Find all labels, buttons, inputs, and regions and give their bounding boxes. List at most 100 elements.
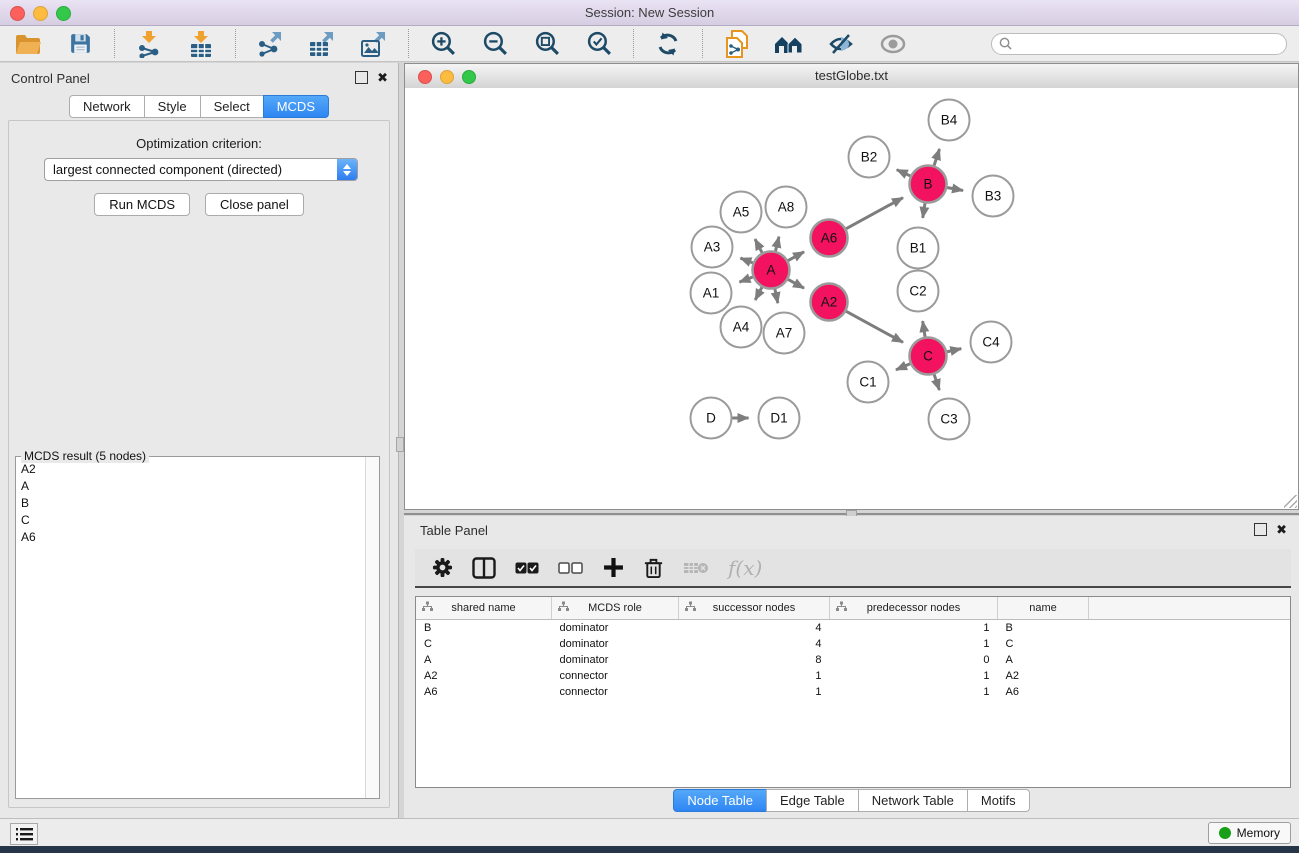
table-cell[interactable]: A xyxy=(998,652,1089,668)
tab-mcds[interactable]: MCDS xyxy=(263,95,329,118)
graph-edge-A-A6[interactable] xyxy=(787,252,804,261)
save-session-icon[interactable] xyxy=(64,29,96,59)
run-mcds-button[interactable]: Run MCDS xyxy=(94,193,190,216)
table-row[interactable]: A6connector11A6 xyxy=(416,684,1290,700)
zoom-selected-icon[interactable] xyxy=(583,29,615,59)
import-network-icon[interactable] xyxy=(133,29,165,59)
task-history-button[interactable] xyxy=(10,823,38,845)
column-header-MCDS-role[interactable]: MCDS role xyxy=(552,597,679,620)
table-cell[interactable]: A2 xyxy=(998,668,1089,684)
table-cell[interactable]: A xyxy=(416,652,552,668)
graph-edge-A6-B[interactable] xyxy=(845,198,903,229)
tab-node-table[interactable]: Node Table xyxy=(673,789,767,812)
graph-edge-A-A2[interactable] xyxy=(787,279,804,288)
zoom-in-icon[interactable] xyxy=(427,29,459,59)
float-panel-icon[interactable] xyxy=(355,71,368,84)
column-header-name[interactable]: name xyxy=(998,597,1089,620)
tab-motifs[interactable]: Motifs xyxy=(967,789,1030,812)
zoom-fit-icon[interactable] xyxy=(531,29,563,59)
graphics-details-icon[interactable] xyxy=(825,29,857,59)
table-cell[interactable]: A6 xyxy=(416,684,552,700)
column-header-successor-nodes[interactable]: successor nodes xyxy=(679,597,830,620)
graph-edge-A-A4[interactable] xyxy=(755,286,762,300)
table-cell[interactable]: B xyxy=(998,620,1089,637)
graph-edge-A-A8[interactable] xyxy=(775,237,779,252)
delete-table-icon[interactable] xyxy=(683,560,709,576)
table-cell[interactable] xyxy=(1089,620,1291,637)
search-input[interactable] xyxy=(1016,34,1286,54)
result-list-item[interactable]: A2 xyxy=(17,460,365,477)
network-window-titlebar[interactable]: testGlobe.txt xyxy=(405,64,1298,89)
create-column-plus-icon[interactable] xyxy=(603,557,624,578)
result-list-item[interactable]: C xyxy=(17,511,365,528)
memory-button[interactable]: Memory xyxy=(1208,822,1291,844)
table-cell[interactable]: A6 xyxy=(998,684,1089,700)
table-cell[interactable]: connector xyxy=(552,668,679,684)
table-cell[interactable] xyxy=(1089,652,1291,668)
graph-edge-B-B3[interactable] xyxy=(946,187,963,190)
table-cell[interactable]: 4 xyxy=(679,636,830,652)
graph-edge-A-A1[interactable] xyxy=(739,277,753,282)
graph-edge-C-C1[interactable] xyxy=(896,363,911,370)
deselect-all-icon[interactable] xyxy=(558,562,584,574)
graph-edge-A-A3[interactable] xyxy=(740,258,753,263)
window-resize-grip[interactable] xyxy=(1284,495,1297,508)
table-row[interactable]: Bdominator41B xyxy=(416,620,1290,637)
table-cell[interactable]: C xyxy=(998,636,1089,652)
table-cell[interactable]: 1 xyxy=(830,620,998,637)
graph-edge-C-C2[interactable] xyxy=(923,321,926,338)
table-cell[interactable]: 4 xyxy=(679,620,830,637)
table-cell[interactable]: 8 xyxy=(679,652,830,668)
graph-edge-A-A7[interactable] xyxy=(775,288,778,303)
table-cell[interactable]: 1 xyxy=(679,684,830,700)
float-table-panel-icon[interactable] xyxy=(1254,523,1267,536)
result-list-item[interactable]: A6 xyxy=(17,528,365,545)
column-header-shared-name[interactable]: shared name xyxy=(416,597,552,620)
network-canvas[interactable]: B4B2BB3B1A5A8A6A3AA1A4A7A2C2CC4C1C3DD1 xyxy=(405,88,1298,509)
delete-column-trash-icon[interactable] xyxy=(643,557,664,579)
network-graph[interactable]: B4B2BB3B1A5A8A6A3AA1A4A7A2C2CC4C1C3DD1 xyxy=(405,88,1298,509)
tab-style[interactable]: Style xyxy=(144,95,201,118)
table-cell[interactable] xyxy=(1089,636,1291,652)
close-panel-button[interactable]: Close panel xyxy=(205,193,304,216)
table-cell[interactable] xyxy=(1089,668,1291,684)
splitter-grip-vertical[interactable] xyxy=(396,437,404,452)
table-cell[interactable]: 1 xyxy=(830,668,998,684)
graph-edge-A2-C[interactable] xyxy=(845,311,903,342)
eye-icon[interactable] xyxy=(877,29,909,59)
open-file-icon[interactable] xyxy=(12,29,44,59)
table-cell[interactable]: 1 xyxy=(830,636,998,652)
export-image-icon[interactable] xyxy=(358,29,390,59)
refresh-icon[interactable] xyxy=(652,29,684,59)
home-icon[interactable] xyxy=(773,29,805,59)
table-cell[interactable]: A2 xyxy=(416,668,552,684)
graph-edge-B-B4[interactable] xyxy=(934,149,940,166)
table-cell[interactable]: 1 xyxy=(830,684,998,700)
tab-network-table[interactable]: Network Table xyxy=(858,789,968,812)
close-table-panel-icon[interactable]: ✖ xyxy=(1276,524,1287,535)
table-cell[interactable]: dominator xyxy=(552,636,679,652)
import-table-icon[interactable] xyxy=(185,29,217,59)
close-panel-icon[interactable]: ✖ xyxy=(377,72,388,83)
graph-edge-C-C4[interactable] xyxy=(946,349,961,352)
tab-network[interactable]: Network xyxy=(69,95,145,118)
table-row[interactable]: A2connector11A2 xyxy=(416,668,1290,684)
table-cell[interactable]: dominator xyxy=(552,652,679,668)
search-field[interactable] xyxy=(991,33,1287,55)
tab-edge-table[interactable]: Edge Table xyxy=(766,789,859,812)
graph-edge-A-A5[interactable] xyxy=(755,239,762,253)
tab-select[interactable]: Select xyxy=(200,95,264,118)
table-row[interactable]: Adominator80A xyxy=(416,652,1290,668)
result-list-scrollbar[interactable] xyxy=(365,457,379,798)
table-cell[interactable]: connector xyxy=(552,684,679,700)
function-builder-icon[interactable]: f(x) xyxy=(728,556,762,580)
table-cell[interactable]: dominator xyxy=(552,620,679,637)
graph-edge-B-B2[interactable] xyxy=(897,170,911,177)
table-settings-gear-icon[interactable] xyxy=(432,557,453,578)
clone-network-icon[interactable] xyxy=(721,29,753,59)
table-cell[interactable]: C xyxy=(416,636,552,652)
table-row[interactable]: Cdominator41C xyxy=(416,636,1290,652)
optimization-criterion-select[interactable]: largest connected component (directed) xyxy=(44,158,358,181)
select-all-icon[interactable] xyxy=(515,562,539,574)
zoom-out-icon[interactable] xyxy=(479,29,511,59)
